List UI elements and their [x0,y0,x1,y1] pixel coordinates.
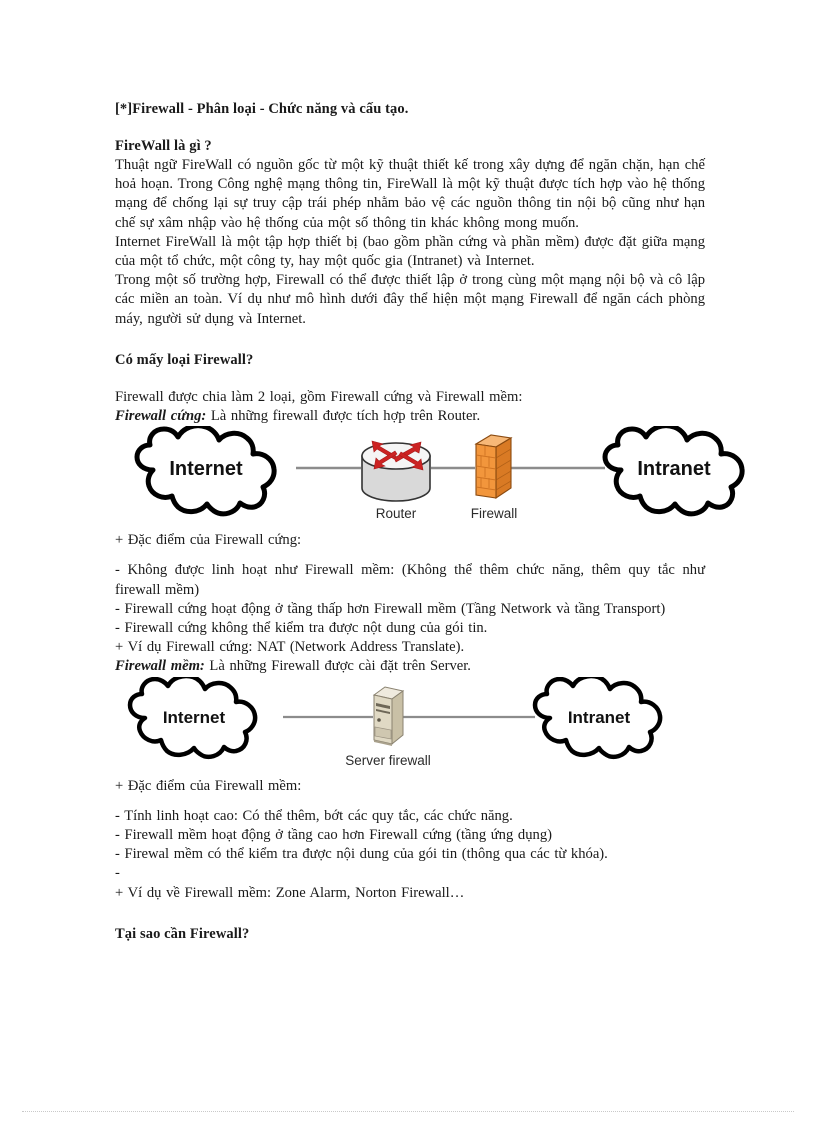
router-label: Router [376,506,417,521]
software-feature-item: - Firewal mềm có thể kiểm tra được nội d… [115,846,608,863]
heading-software-features: + Đặc điểm của Firewall mềm: [115,777,302,794]
hardware-firewall-term: Firewall cứng: [115,408,207,425]
cloud-intranet-2-label: Intranet [568,708,631,727]
document-title: [*]Firewall - Phân loại - Chức năng và c… [115,101,409,117]
heading-firewall-definition: FireWall là gì ? [115,138,212,154]
software-firewall-term: Firewall mềm: [115,658,205,675]
page-bottom-divider [22,1111,794,1112]
icon-server-firewall: Server firewall [345,686,431,768]
software-firewall-desc: Là những Firewall được cài đặt trên Serv… [204,658,471,675]
cloud-intranet-label: Intranet [637,458,711,480]
software-feature-item: + Ví dụ về Firewall mềm: Zone Alarm, Nor… [115,884,465,901]
paragraph-firewall-isolation: Trong một số trường hợp, Firewall có thể… [115,272,705,327]
cloud-internet-label: Internet [169,458,243,480]
paragraph-internet-firewall: Internet FireWall là một tập hợp thiết b… [115,233,705,270]
server-firewall-label: Server firewall [345,753,431,768]
cloud-internet-2: Internet [127,676,258,759]
software-feature-item: - Firewall mềm hoạt động ở tầng cao hơn … [115,827,552,844]
cloud-intranet-2: Intranet [532,676,663,759]
paragraph-firewall-origin: Thuật ngữ FireWall có nguồn gốc từ một k… [115,157,705,231]
icon-firewall-brick: Firewall [471,434,518,521]
hardware-firewall-desc: Là những firewall được tích hợp trên Rou… [206,408,481,425]
hardware-feature-item: - Không được linh hoạt như Firewall mềm:… [115,562,705,598]
cloud-internet: Internet [134,426,277,517]
cloud-intranet: Intranet [602,426,745,517]
hardware-feature-item: - Firewall cứng không thể kiểm tra được … [115,620,488,637]
paragraph-software-firewall-lead: Firewall mềm: Là những Firewall được cài… [115,657,705,676]
software-feature-item: - [115,865,120,882]
icon-router: Router [361,440,431,521]
software-feature-item: - Tính linh hoạt cao: Có thể thêm, bớt c… [115,807,513,824]
diagram-hardware-firewall: Internet Router Firewall Intranet [113,426,793,531]
heading-firewall-types: Có mấy loại Firewall? [115,351,254,368]
firewall-label: Firewall [471,506,518,521]
diagram-software-firewall: Internet Server firewall Intranet [113,676,793,777]
paragraph-two-types: Firewall được chia làm 2 loại, gồm Firew… [115,388,523,405]
document-page: [*]Firewall - Phân loại - Chức năng và c… [0,0,816,1123]
paragraph-hardware-firewall-lead: Firewall cứng: Là những firewall được tí… [115,407,705,426]
cloud-internet-2-label: Internet [163,708,226,727]
heading-hardware-features: + Đặc điểm của Firewall cứng: [115,532,302,549]
hardware-feature-item: - Firewall cứng hoạt động ở tầng thấp hơ… [115,600,666,617]
heading-why-firewall: Tại sao cần Firewall? [115,925,250,942]
document-content: [*]Firewall - Phân loại - Chức năng và c… [115,100,745,944]
hardware-feature-item: + Ví dụ Firewall cứng: NAT (Network Addr… [115,639,465,656]
